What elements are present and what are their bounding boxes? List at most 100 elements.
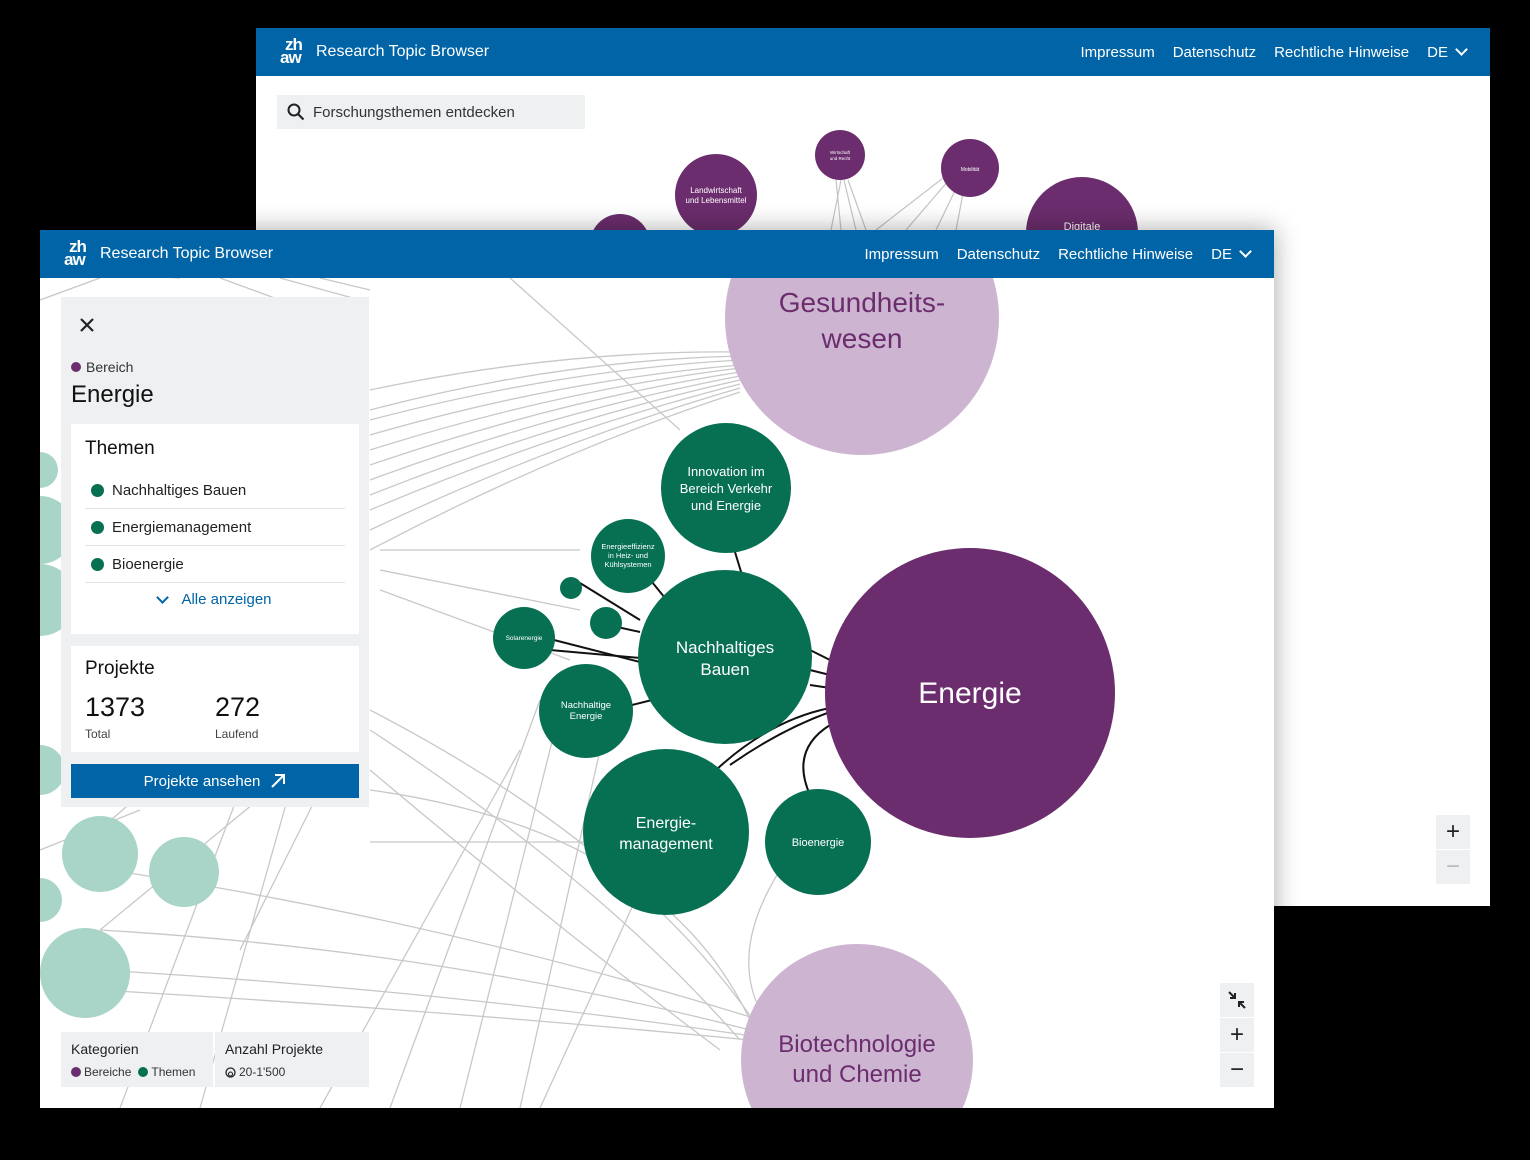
label-energiemanagement-1: Energie- bbox=[636, 815, 696, 832]
projects-title: Projekte bbox=[85, 658, 155, 679]
area-dot-icon bbox=[71, 1067, 81, 1077]
arrow-up-right-icon bbox=[271, 774, 286, 788]
label-nachhaltiges-bauen-1: Nachhaltiges bbox=[676, 638, 774, 657]
theme-item-label: Bioenergie bbox=[112, 555, 184, 573]
theme-item[interactable]: Energiemanagement bbox=[85, 509, 345, 546]
zoom-out-button[interactable]: − bbox=[1220, 1053, 1254, 1087]
back-zoom-in-button[interactable]: + bbox=[1436, 815, 1470, 849]
label-innovation-2: Bereich Verkehr bbox=[680, 481, 773, 496]
label-bioenergie: Bioenergie bbox=[792, 837, 845, 849]
label-energieeffizienz-2: in Heiz- und bbox=[608, 551, 648, 560]
label-gesundheitswesen-2: wesen bbox=[821, 323, 903, 354]
back-label-landwirtschaft-2: und Lebensmittel bbox=[686, 196, 747, 205]
legend-categories: Kategorien Bereiche Themen bbox=[61, 1032, 213, 1087]
node-nachhaltiges-bauen[interactable] bbox=[638, 570, 812, 744]
top-navigation: zh aw Research Topic Browser Impressum D… bbox=[256, 28, 1490, 76]
nav-link-rechtliche-hinweise[interactable]: Rechtliche Hinweise bbox=[1274, 44, 1409, 61]
topic-dot-icon bbox=[91, 520, 104, 534]
collapse-button[interactable] bbox=[1220, 983, 1254, 1017]
stat-running: 272 Laufend bbox=[215, 692, 345, 741]
node-energiemanagement[interactable] bbox=[583, 749, 749, 915]
back-zoom-controls: + − bbox=[1436, 815, 1470, 885]
nav-link-impressum[interactable]: Impressum bbox=[1081, 44, 1155, 61]
label-nachhaltiges-bauen-2: Bauen bbox=[700, 660, 749, 679]
projects-card: Projekte 1373 Total 272 Laufend bbox=[71, 646, 359, 752]
zhaw-logo: zh aw bbox=[64, 237, 87, 269]
panel-title: Energie bbox=[71, 381, 154, 408]
back-label-landwirtschaft-1: Landwirtschaft bbox=[690, 186, 742, 195]
node-small-topic-1[interactable] bbox=[560, 577, 582, 599]
category-text: Bereich bbox=[86, 359, 134, 375]
label-nachhaltige-energie-2: Energie bbox=[570, 711, 603, 722]
back-node-wirtschaft[interactable] bbox=[815, 130, 865, 180]
label-solarenergie: Solarenergie bbox=[506, 635, 543, 642]
label-energiemanagement-2: management bbox=[619, 836, 713, 853]
chevron-down-icon bbox=[1455, 43, 1468, 56]
close-button[interactable] bbox=[79, 313, 95, 339]
label-energieeffizienz-1: Energieeffizienz bbox=[601, 542, 654, 551]
label-biotechnologie-1: Biotechnologie bbox=[778, 1031, 935, 1058]
search-icon bbox=[287, 103, 305, 121]
size-scale-icon bbox=[225, 1066, 236, 1078]
language-selector[interactable]: DE bbox=[1211, 245, 1252, 263]
chevron-down-icon bbox=[1239, 245, 1252, 258]
theme-item[interactable]: Nachhaltiges Bauen bbox=[85, 472, 345, 509]
theme-item-label: Nachhaltiges Bauen bbox=[112, 481, 247, 499]
label-biotechnologie-2: und Chemie bbox=[792, 1061, 921, 1088]
label-gesundheitswesen-1: Gesundheits- bbox=[779, 287, 946, 318]
area-dot-icon bbox=[71, 362, 81, 372]
show-all-link[interactable]: Alle anzeigen bbox=[85, 590, 345, 608]
label-innovation-1: Innovation im bbox=[687, 464, 764, 479]
language-label: DE bbox=[1427, 43, 1448, 61]
language-label: DE bbox=[1211, 245, 1232, 263]
zhaw-logo: zh aw bbox=[280, 35, 303, 67]
back-label-wirtschaft-1: Wirtschaft bbox=[830, 150, 851, 155]
back-node-landwirtschaft[interactable] bbox=[675, 154, 757, 236]
node-small-topic-2[interactable] bbox=[590, 607, 622, 639]
nav-link-datenschutz[interactable]: Datenschutz bbox=[1173, 44, 1256, 61]
stat-total-label: Total bbox=[85, 727, 111, 741]
legend-projects-row: 20-1'500 bbox=[225, 1065, 359, 1079]
theme-item-label: Energiemanagement bbox=[112, 518, 252, 536]
language-selector[interactable]: DE bbox=[1427, 43, 1468, 61]
search-input[interactable]: Forschungsthemen entdecken bbox=[277, 95, 585, 129]
theme-item[interactable]: Bioenergie bbox=[85, 546, 345, 583]
label-nachhaltige-energie-1: Nachhaltige bbox=[561, 700, 611, 711]
view-projects-button[interactable]: Projekte ansehen bbox=[71, 764, 359, 798]
nav-links: Impressum Datenschutz Rechtliche Hinweis… bbox=[847, 245, 1252, 263]
show-all-label: Alle anzeigen bbox=[181, 591, 272, 608]
themes-card: Themen Nachhaltiges Bauen Energiemanagem… bbox=[71, 424, 359, 634]
topic-dot-icon bbox=[91, 557, 104, 571]
label-energie: Energie bbox=[918, 677, 1021, 710]
stat-total: 1373 Total bbox=[85, 692, 215, 741]
nav-link-impressum[interactable]: Impressum bbox=[865, 246, 939, 263]
legend-categories-title: Kategorien bbox=[71, 1041, 139, 1057]
legend-topics-label: Themen bbox=[151, 1065, 196, 1079]
nav-link-rechtliche-hinweise[interactable]: Rechtliche Hinweise bbox=[1058, 246, 1193, 263]
legend-areas-label: Bereiche bbox=[84, 1065, 132, 1079]
nav-link-datenschutz[interactable]: Datenschutz bbox=[957, 246, 1040, 263]
search-placeholder: Forschungsthemen entdecken bbox=[313, 103, 515, 121]
collapse-icon bbox=[1228, 991, 1246, 1009]
back-label-mobilitaet: Mobilität bbox=[961, 167, 980, 173]
detail-panel: Bereich Energie Themen Nachhaltiges Baue… bbox=[61, 297, 369, 807]
themes-title: Themen bbox=[85, 438, 155, 459]
back-zoom-out-button[interactable]: − bbox=[1436, 850, 1470, 884]
label-energieeffizienz-3: Kühlsystemen bbox=[604, 560, 651, 569]
topic-dot-icon bbox=[91, 483, 104, 497]
front-window: Gesundheits- wesen Energie Biotechnologi… bbox=[40, 230, 1274, 1108]
legend-project-count: Anzahl Projekte 20-1'500 bbox=[215, 1032, 369, 1087]
top-navigation-front: zh aw Research Topic Browser Impressum D… bbox=[40, 230, 1274, 278]
stat-total-value: 1373 bbox=[85, 692, 146, 722]
app-title: Research Topic Browser bbox=[100, 245, 274, 262]
back-label-wirtschaft-2: und Recht bbox=[830, 156, 851, 161]
project-stats: 1373 Total 272 Laufend bbox=[85, 692, 345, 741]
zoom-in-button[interactable]: + bbox=[1220, 1018, 1254, 1052]
close-icon bbox=[80, 318, 94, 332]
category-label: Bereich bbox=[71, 359, 133, 375]
stat-running-label: Laufend bbox=[215, 727, 259, 741]
label-innovation-3: und Energie bbox=[691, 498, 761, 513]
nav-links: Impressum Datenschutz Rechtliche Hinweis… bbox=[1063, 43, 1468, 61]
stat-running-value: 272 bbox=[215, 692, 261, 722]
view-projects-label: Projekte ansehen bbox=[143, 772, 261, 790]
